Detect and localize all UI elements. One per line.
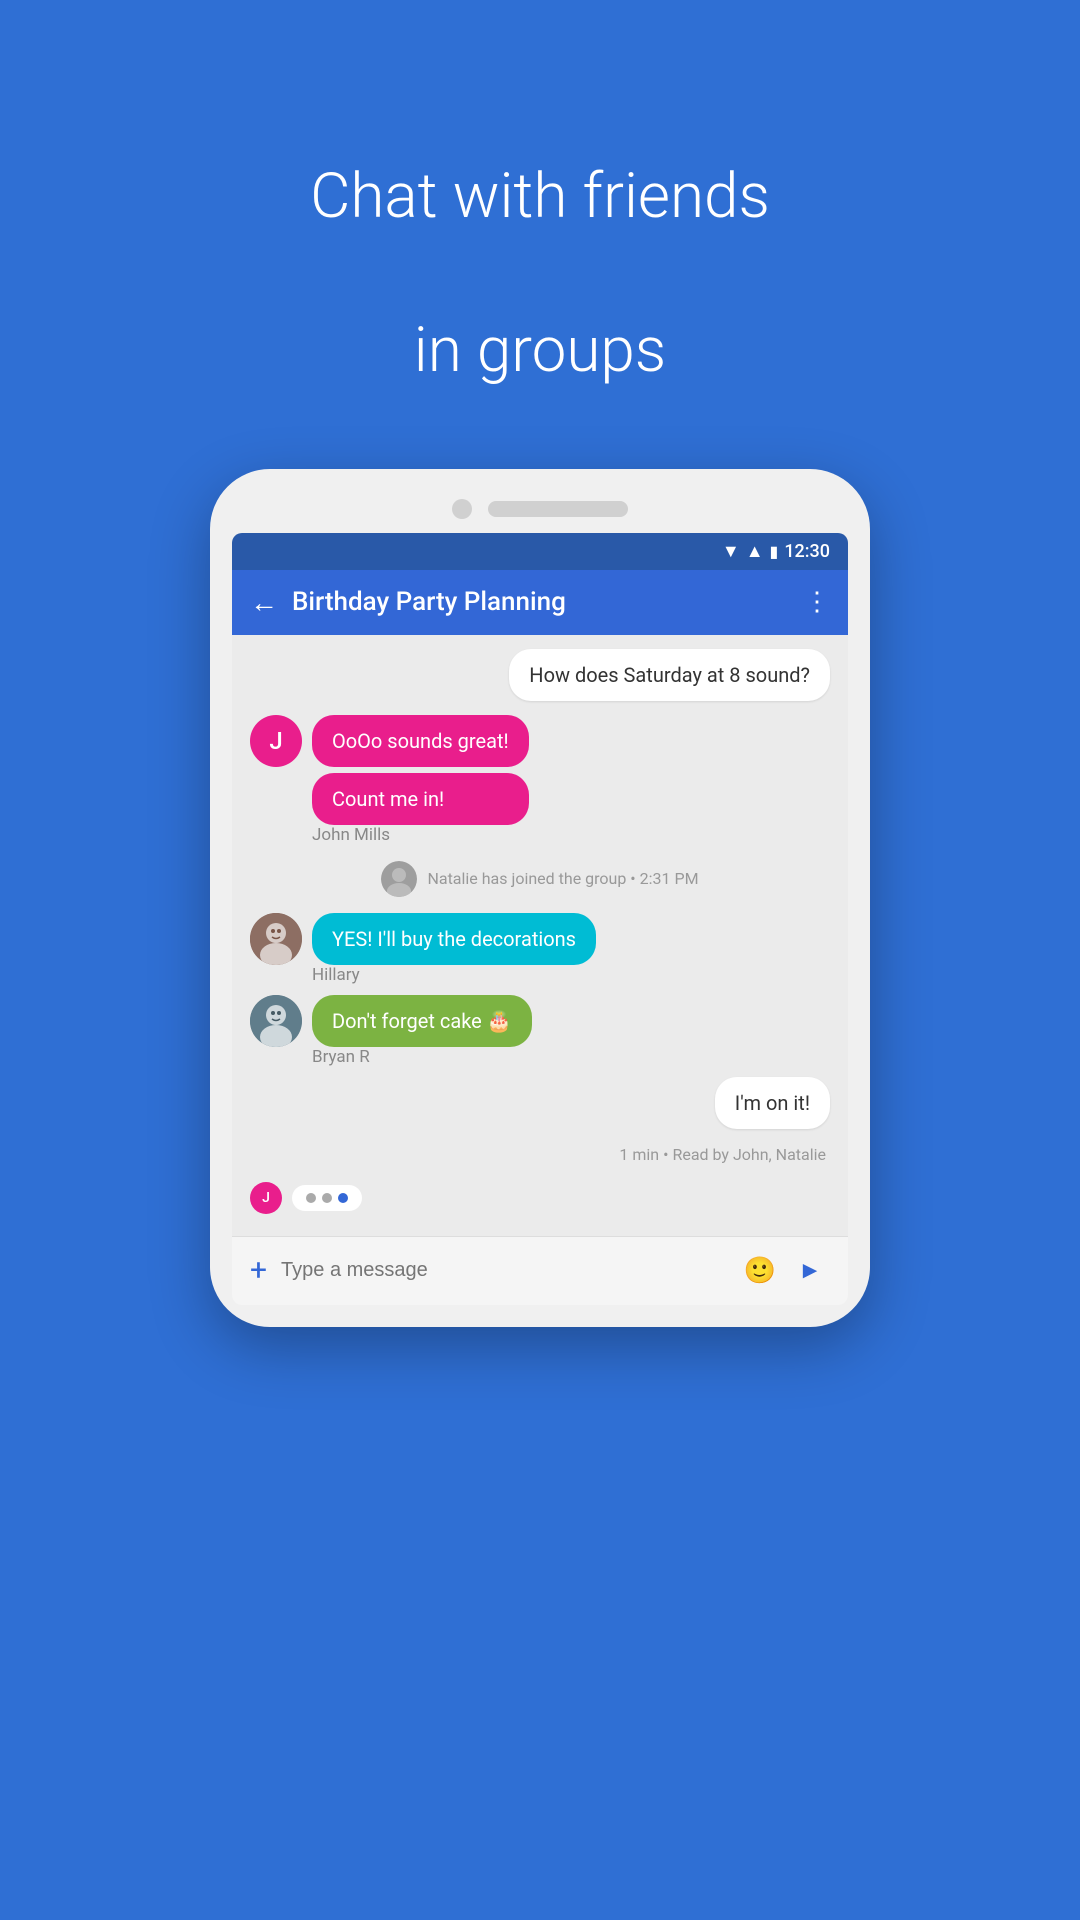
hillary-sender-name: Hillary bbox=[312, 965, 830, 985]
dot-1 bbox=[306, 1193, 316, 1203]
dot-3 bbox=[338, 1193, 348, 1203]
status-icons: ▼ ▲ ▮ 12:30 bbox=[722, 541, 830, 562]
page-header: Chat with friends in groups bbox=[310, 80, 770, 389]
phone-frame: ▼ ▲ ▮ 12:30 ← Birthday Party Planning ⋮ … bbox=[210, 469, 870, 1327]
signal-icon: ▲ bbox=[746, 541, 764, 562]
john-bubble-1: OoOo sounds great! bbox=[312, 715, 529, 767]
system-text: Natalie has joined the group • 2:31 PM bbox=[427, 869, 698, 888]
john-message-group: J OoOo sounds great! Count me in! bbox=[250, 715, 830, 825]
bryan-bubble: Don't forget cake 🎂 bbox=[312, 995, 532, 1047]
natalie-join-avatar bbox=[381, 861, 417, 897]
speaker-grille bbox=[488, 501, 628, 517]
typing-dots bbox=[292, 1185, 362, 1211]
phone-notch bbox=[232, 499, 848, 519]
attach-button[interactable]: + bbox=[250, 1253, 267, 1288]
app-bar: ← Birthday Party Planning ⋮ bbox=[232, 570, 848, 635]
hillary-bubble: YES! I'll buy the decorations bbox=[312, 913, 596, 965]
hillary-bubbles: YES! I'll buy the decorations bbox=[312, 913, 596, 965]
message-2-group: J OoOo sounds great! Count me in! John M… bbox=[250, 715, 830, 845]
chat-title: Birthday Party Planning bbox=[292, 587, 790, 617]
bryan-message: Don't forget cake 🎂 bbox=[250, 995, 830, 1047]
battery-icon: ▮ bbox=[770, 542, 779, 561]
message-6: I'm on it! bbox=[250, 1077, 830, 1129]
status-time: 12:30 bbox=[784, 541, 830, 562]
bryan-sender-name: Bryan R bbox=[312, 1047, 830, 1067]
header-line2: in groups bbox=[310, 314, 770, 388]
bryan-message-group: Don't forget cake 🎂 Bryan R bbox=[250, 995, 830, 1067]
system-message: Natalie has joined the group • 2:31 PM bbox=[250, 861, 830, 897]
hillary-avatar bbox=[250, 913, 302, 965]
emoji-button[interactable]: 🙂 bbox=[744, 1256, 776, 1286]
john-avatar: J bbox=[250, 715, 302, 767]
wifi-icon: ▼ bbox=[722, 541, 740, 562]
front-camera bbox=[452, 499, 472, 519]
back-button[interactable]: ← bbox=[250, 586, 278, 619]
john-bubble-2: Count me in! bbox=[312, 773, 529, 825]
bubble-outgoing-2: I'm on it! bbox=[715, 1077, 830, 1129]
header-line1: Chat with friends bbox=[310, 160, 770, 234]
message-1: How does Saturday at 8 sound? bbox=[250, 649, 830, 701]
bryan-avatar bbox=[250, 995, 302, 1047]
hillary-message: YES! I'll buy the decorations bbox=[250, 913, 830, 965]
input-bar: + 🙂 ► bbox=[232, 1236, 848, 1305]
bryan-bubbles: Don't forget cake 🎂 bbox=[312, 995, 532, 1047]
natalie-avatar-inner bbox=[381, 861, 417, 897]
john-bubbles: OoOo sounds great! Count me in! bbox=[312, 715, 529, 825]
typing-avatar: J bbox=[250, 1182, 282, 1214]
bubble-outgoing-1: How does Saturday at 8 sound? bbox=[509, 649, 830, 701]
hillary-message-group: YES! I'll buy the decorations Hillary bbox=[250, 913, 830, 985]
dot-2 bbox=[322, 1193, 332, 1203]
send-icon: ► bbox=[798, 1256, 822, 1285]
john-sender-name: John Mills bbox=[312, 825, 830, 845]
status-bar: ▼ ▲ ▮ 12:30 bbox=[232, 533, 848, 570]
phone-screen: ▼ ▲ ▮ 12:30 ← Birthday Party Planning ⋮ … bbox=[232, 533, 848, 1305]
message-input[interactable] bbox=[281, 1259, 730, 1282]
read-receipt: 1 min • Read by John, Natalie bbox=[250, 1145, 830, 1164]
typing-indicator: J bbox=[250, 1174, 830, 1222]
chat-area: How does Saturday at 8 sound? J OoOo sou… bbox=[232, 635, 848, 1236]
more-options-button[interactable]: ⋮ bbox=[804, 587, 830, 617]
send-button[interactable]: ► bbox=[790, 1251, 830, 1291]
